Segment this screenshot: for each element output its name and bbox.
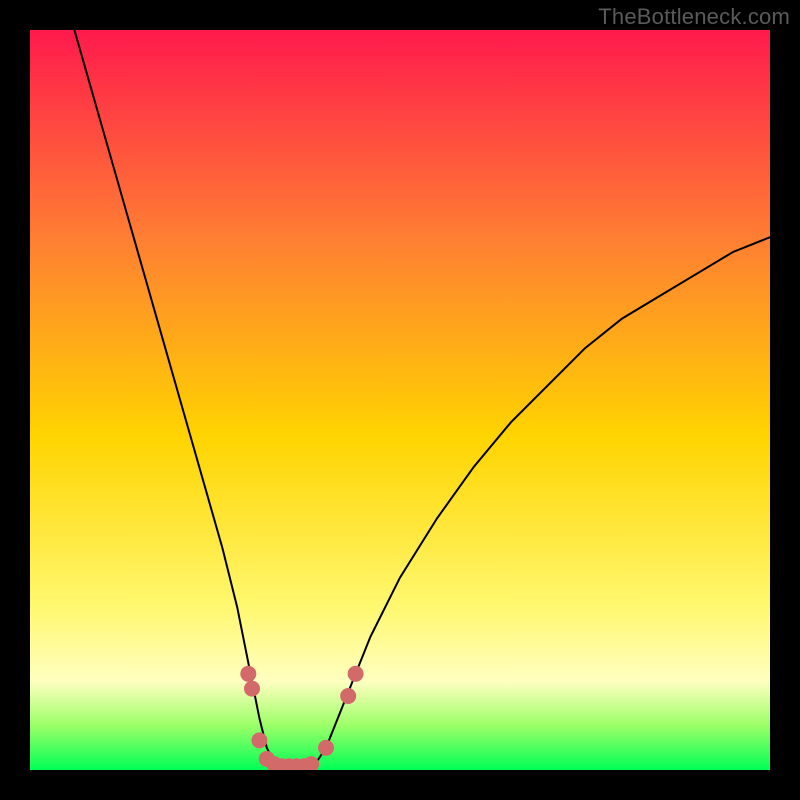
- data-marker: [244, 681, 260, 697]
- gradient-background: [30, 30, 770, 770]
- plot-area: [30, 30, 770, 770]
- data-marker: [251, 732, 267, 748]
- data-marker: [340, 688, 356, 704]
- data-marker: [240, 666, 256, 682]
- chart-frame: TheBottleneck.com: [0, 0, 800, 800]
- data-marker: [348, 666, 364, 682]
- watermark-text: TheBottleneck.com: [598, 4, 790, 30]
- data-marker: [318, 740, 334, 756]
- chart-svg: [30, 30, 770, 770]
